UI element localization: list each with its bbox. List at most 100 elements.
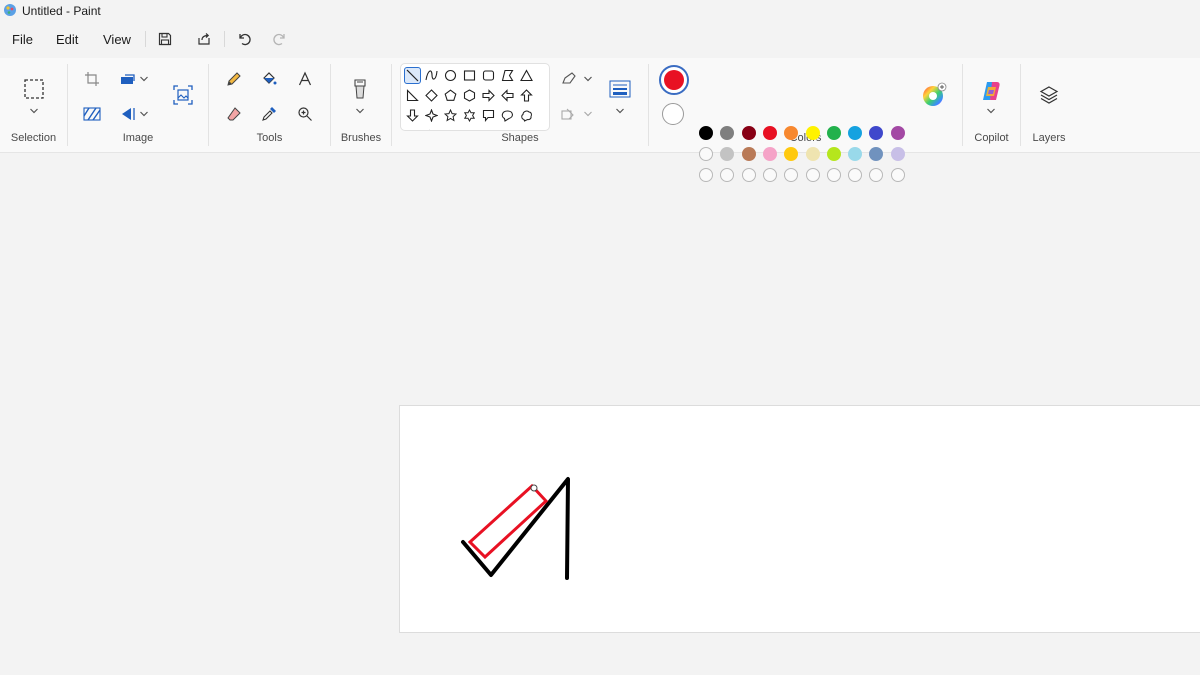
curve-shape-icon[interactable]: [423, 67, 440, 84]
crop-button[interactable]: [78, 66, 106, 92]
share-icon: [198, 33, 210, 45]
group-label-selection: Selection: [10, 132, 57, 144]
down-arrow-shape-icon[interactable]: [404, 107, 421, 124]
triangle-shape-icon[interactable]: [518, 67, 535, 84]
palette-swatch[interactable]: [699, 147, 713, 161]
share-button[interactable]: [190, 26, 218, 52]
rounded-rectangle-shape-icon[interactable]: [480, 67, 497, 84]
rectangle-shape-icon[interactable]: [461, 67, 478, 84]
fill-style-icon: [561, 108, 574, 120]
brushes-dropdown[interactable]: [346, 102, 374, 120]
palette-swatch[interactable]: [762, 126, 777, 140]
fill-style-dropdown[interactable]: [580, 101, 596, 127]
palette-swatch[interactable]: [805, 126, 820, 140]
palette-swatch[interactable]: [848, 147, 863, 161]
paint-app-icon: [4, 4, 16, 16]
cloud-callout-shape-icon[interactable]: [518, 107, 535, 124]
oval-callout-shape-icon[interactable]: [499, 107, 516, 124]
right-arrow-shape-icon[interactable]: [480, 87, 497, 104]
right-triangle-shape-icon[interactable]: [404, 87, 421, 104]
rotation-handle[interactable]: [530, 484, 538, 492]
palette-swatch[interactable]: [890, 126, 905, 140]
fill-button[interactable]: [255, 66, 283, 92]
resize-dropdown[interactable]: [136, 66, 152, 92]
heart-shape-icon[interactable]: [404, 127, 421, 130]
brushes-button[interactable]: [346, 74, 374, 104]
drawing-canvas[interactable]: [399, 405, 1200, 633]
size-button[interactable]: [606, 76, 634, 102]
fill-style-button[interactable]: [558, 101, 580, 127]
custom-color-slot[interactable]: [741, 168, 756, 182]
title-bar: Untitled - Paint: [0, 0, 1200, 22]
rect-callout-shape-icon[interactable]: [480, 107, 497, 124]
custom-color-slot[interactable]: [699, 168, 713, 182]
edit-colors-button[interactable]: [918, 80, 950, 110]
chevron-down-icon: [30, 108, 38, 114]
secondary-color[interactable]: [662, 103, 684, 125]
layers-button[interactable]: [1035, 82, 1063, 108]
eraser-icon: [227, 107, 241, 121]
image-creator-button[interactable]: [167, 80, 199, 110]
selection-dropdown[interactable]: [20, 102, 48, 120]
text-button[interactable]: [291, 66, 319, 92]
size-dropdown[interactable]: [612, 102, 628, 120]
four-point-star-shape-icon[interactable]: [423, 107, 440, 124]
diamond-shape-icon[interactable]: [423, 87, 440, 104]
lightning-shape-icon[interactable]: [423, 127, 440, 130]
polygon-shape-icon[interactable]: [499, 67, 516, 84]
copilot-icon: [983, 82, 1000, 100]
palette-swatch[interactable]: [720, 147, 735, 161]
outline-button[interactable]: [558, 66, 580, 92]
palette-swatch[interactable]: [762, 147, 777, 161]
save-button[interactable]: [151, 26, 179, 52]
custom-color-slot[interactable]: [826, 168, 841, 182]
chevron-down-icon: [987, 108, 995, 114]
palette-swatch[interactable]: [869, 147, 884, 161]
primary-color[interactable]: [659, 65, 689, 95]
palette-swatch[interactable]: [699, 126, 713, 140]
five-point-star-shape-icon[interactable]: [442, 107, 459, 124]
palette-swatch[interactable]: [826, 126, 841, 140]
palette-swatch[interactable]: [848, 126, 863, 140]
palette-swatch[interactable]: [890, 147, 905, 161]
menu-view[interactable]: View: [97, 30, 137, 49]
left-arrow-shape-icon[interactable]: [499, 87, 516, 104]
custom-color-slot[interactable]: [869, 168, 884, 182]
paint-bucket-icon: [263, 72, 277, 85]
custom-color-slot[interactable]: [890, 168, 905, 182]
menu-separator: [224, 31, 225, 47]
eraser-button[interactable]: [220, 101, 248, 127]
selection-button[interactable]: [19, 74, 49, 104]
custom-color-slot[interactable]: [720, 168, 735, 182]
custom-color-slot[interactable]: [762, 168, 777, 182]
palette-swatch[interactable]: [741, 147, 756, 161]
image-background-button[interactable]: [78, 101, 106, 127]
palette-swatch[interactable]: [826, 147, 841, 161]
hexagon-shape-icon[interactable]: [461, 87, 478, 104]
text-icon: [298, 71, 312, 86]
line-shape-icon[interactable]: [404, 67, 421, 84]
palette-swatch[interactable]: [805, 147, 820, 161]
outline-dropdown[interactable]: [580, 66, 596, 92]
magnifier-button[interactable]: [291, 101, 319, 127]
custom-color-slot[interactable]: [805, 168, 820, 182]
menu-file[interactable]: File: [6, 30, 39, 49]
pentagon-shape-icon[interactable]: [442, 87, 459, 104]
palette-swatch[interactable]: [784, 147, 799, 161]
group-label-shapes: Shapes: [501, 132, 539, 144]
menu-edit[interactable]: Edit: [50, 30, 84, 49]
tools-group: Tools: [209, 58, 330, 150]
palette-swatch[interactable]: [741, 126, 756, 140]
custom-color-slot[interactable]: [848, 168, 863, 182]
redo-button[interactable]: [266, 26, 294, 52]
oval-shape-icon[interactable]: [442, 67, 459, 84]
six-point-star-shape-icon[interactable]: [461, 107, 478, 124]
color-picker-button[interactable]: [255, 101, 283, 127]
pencil-button[interactable]: [220, 66, 248, 92]
undo-button[interactable]: [230, 26, 258, 52]
custom-color-slot[interactable]: [784, 168, 799, 182]
copilot-dropdown[interactable]: [977, 102, 1005, 120]
up-arrow-shape-icon[interactable]: [518, 87, 535, 104]
flip-dropdown[interactable]: [136, 101, 152, 127]
chevron-down-icon: [584, 111, 592, 117]
